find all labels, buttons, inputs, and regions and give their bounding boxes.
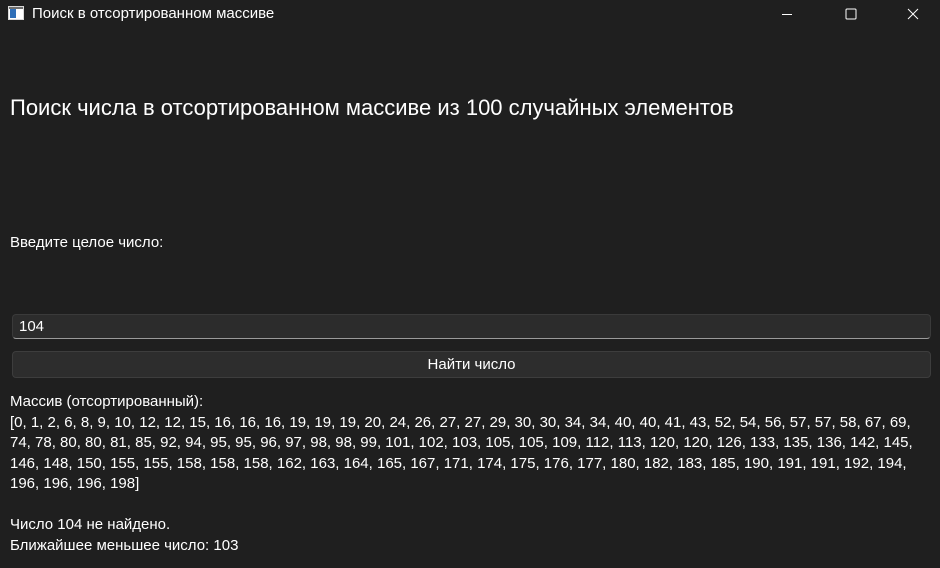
window-title: Поиск в отсортированном массиве bbox=[32, 5, 275, 22]
minimize-icon bbox=[782, 14, 792, 15]
find-number-button[interactable]: Найти число bbox=[12, 351, 931, 378]
result-spacer bbox=[10, 495, 935, 516]
number-prompt-label: Введите целое число: bbox=[10, 234, 164, 251]
not-found-message: Число 104 не найдено. bbox=[10, 516, 171, 533]
app-window: Поиск в отсортированном массиве Поиск чи… bbox=[0, 0, 940, 568]
close-button[interactable] bbox=[890, 0, 936, 28]
minimize-button[interactable] bbox=[764, 0, 810, 28]
result-output: Массив (отсортированный): [0, 1, 2, 6, 8… bbox=[10, 392, 935, 556]
app-icon-pane bbox=[10, 9, 16, 18]
array-label: Массив (отсортированный): bbox=[10, 393, 204, 410]
app-window-icon bbox=[8, 6, 24, 20]
close-icon bbox=[907, 8, 919, 20]
title-bar[interactable]: Поиск в отсортированном массиве bbox=[0, 0, 940, 28]
page-heading: Поиск числа в отсортированном массиве из… bbox=[10, 95, 734, 120]
maximize-icon bbox=[845, 8, 857, 20]
number-input[interactable] bbox=[12, 314, 931, 339]
maximize-button[interactable] bbox=[828, 0, 874, 28]
array-values: [0, 1, 2, 6, 8, 9, 10, 12, 12, 15, 16, 1… bbox=[10, 413, 913, 493]
nearest-lower-message: Ближайшее меньшее число: 103 bbox=[10, 536, 239, 554]
